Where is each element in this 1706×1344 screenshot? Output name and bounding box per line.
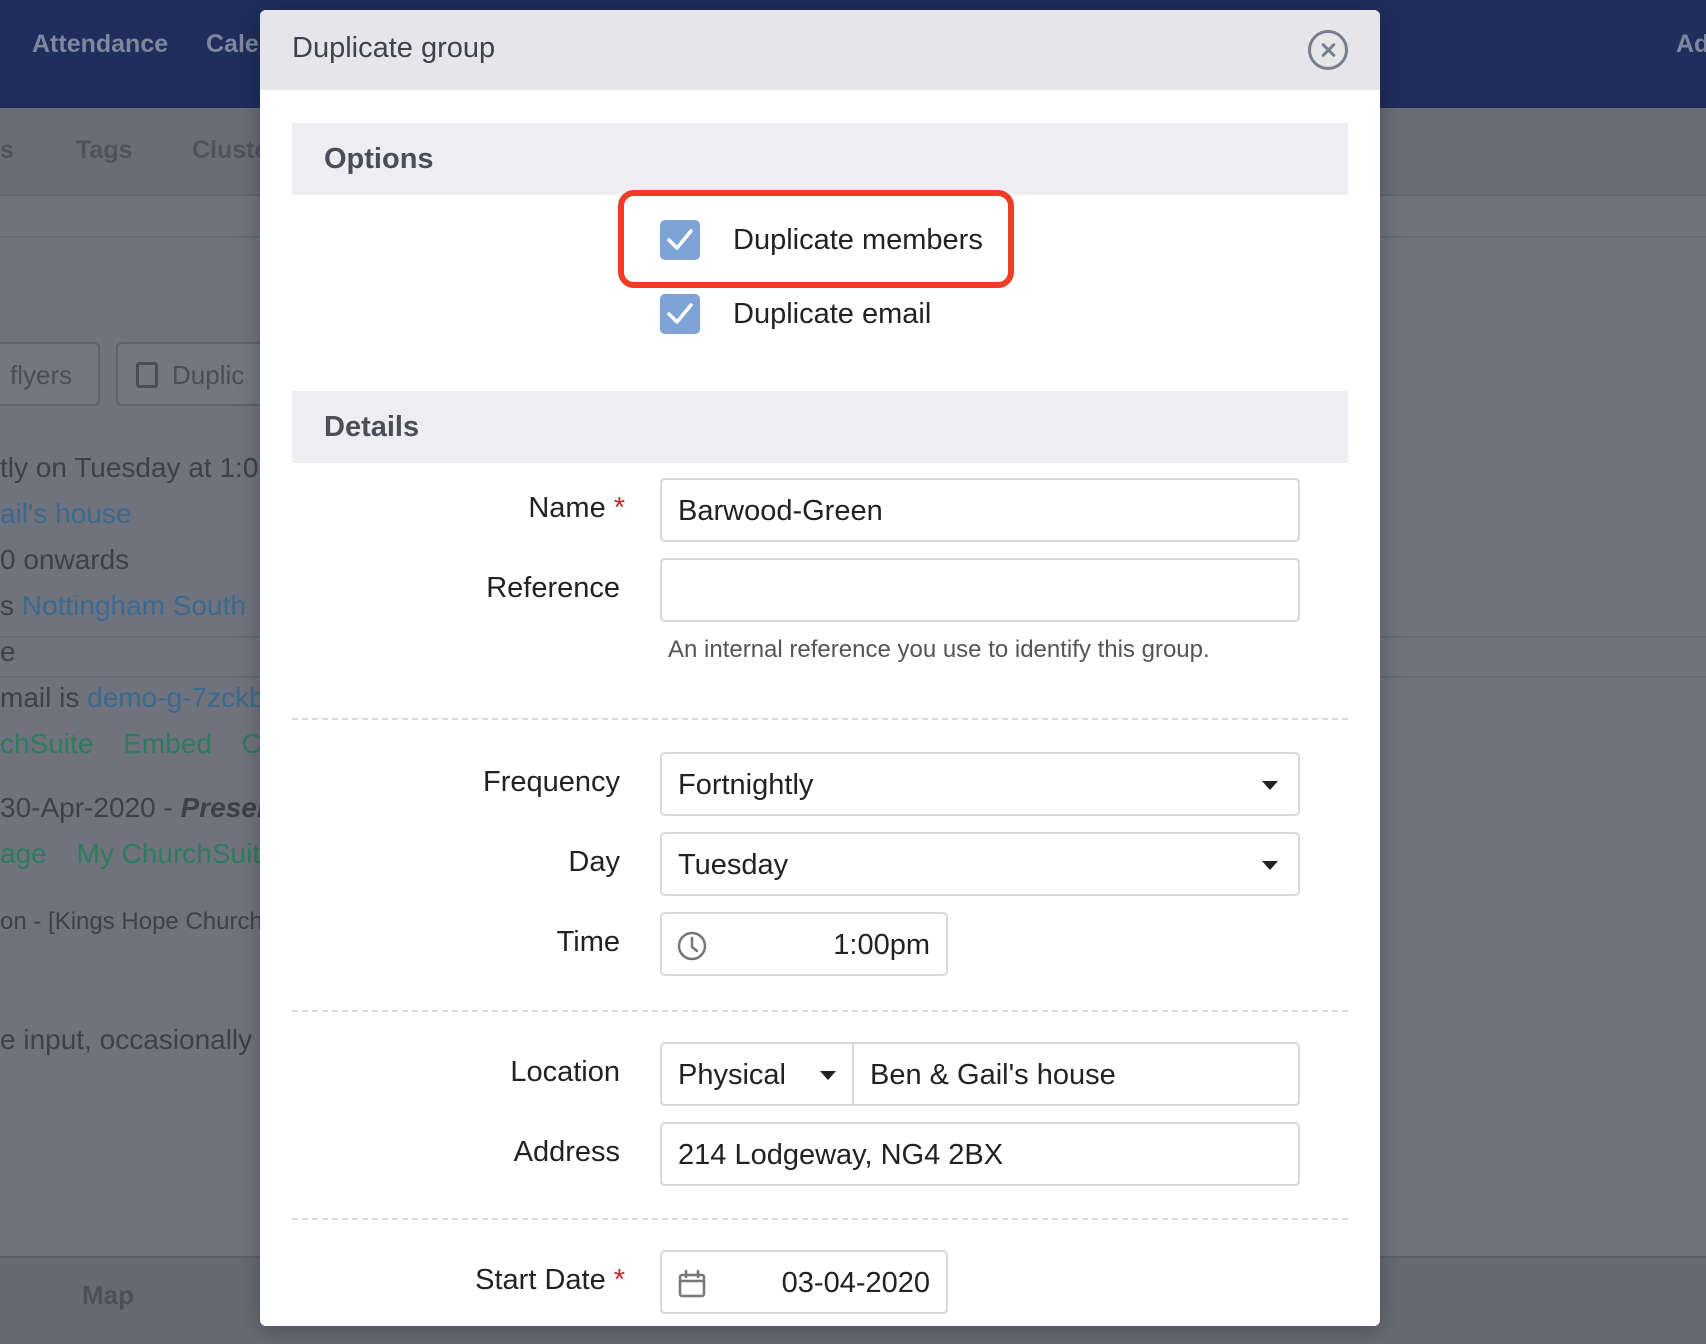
onwards-text: 0 onwards — [0, 544, 130, 575]
close-icon[interactable] — [1308, 30, 1348, 70]
duplicate-label: Duplic — [172, 360, 245, 390]
modal-header: Duplicate group — [260, 10, 1380, 90]
misc-text: e — [0, 636, 16, 667]
flyers-label: flyers — [10, 360, 73, 390]
checkmark-icon — [667, 303, 693, 324]
section-divider — [292, 1010, 1348, 1012]
subnav-clusters[interactable]: Cluste — [192, 136, 268, 165]
email-link[interactable]: demo-g-7zckb — [87, 682, 264, 713]
location-field-label: Location — [510, 1056, 620, 1088]
section-divider — [292, 718, 1348, 720]
description-text: e input, occasionally g — [0, 1024, 276, 1055]
page-links-row: age My ChurchSuite — [0, 838, 276, 870]
site-link[interactable]: Nottingham South — [22, 590, 246, 621]
site-prefix: s — [0, 590, 22, 621]
site-line: s Nottingham South — [0, 590, 246, 622]
start-date-input[interactable]: 03-04-2020 — [660, 1250, 948, 1314]
checkmark-icon — [667, 229, 693, 250]
email-prefix: mail is — [0, 682, 88, 713]
name-input[interactable]: Barwood-Green — [660, 478, 1300, 542]
chevron-down-icon — [1262, 861, 1278, 870]
duplicate-email-label: Duplicate email — [733, 298, 932, 330]
details-section-header: Details — [292, 391, 1348, 463]
required-mark: * — [613, 1264, 625, 1296]
address-input-value: 214 Lodgeway, NG4 2BX — [678, 1139, 1004, 1171]
flyers-button[interactable]: flyers — [0, 342, 100, 406]
frequency-select[interactable]: Fortnightly — [660, 752, 1300, 816]
start-date-label-text: Start Date — [475, 1264, 606, 1296]
chevron-down-icon — [820, 1071, 836, 1080]
time-field-label: Time — [556, 926, 620, 958]
location-type-value: Physical — [678, 1059, 786, 1091]
section-divider — [292, 1218, 1348, 1220]
name-input-value: Barwood-Green — [678, 495, 883, 527]
start-date-value: 03-04-2020 — [781, 1267, 930, 1299]
chevron-down-icon — [1262, 781, 1278, 790]
location-link-text: ail's house — [0, 498, 132, 529]
required-mark: * — [613, 492, 625, 524]
nav-calendar[interactable]: Cale — [206, 30, 259, 59]
location-type-select[interactable]: Physical — [660, 1042, 854, 1106]
schedule-text: tly on Tuesday at 1:0 — [0, 452, 259, 483]
name-field-label: Name * — [325, 492, 625, 525]
time-input[interactable]: 1:00pm — [660, 912, 948, 976]
reference-help-text: An internal reference you use to identif… — [668, 636, 1210, 663]
address-field-label: Address — [513, 1136, 620, 1168]
options-heading: Options — [324, 143, 434, 175]
duplicate-button[interactable]: Duplic — [116, 342, 276, 406]
nav-add[interactable]: Ad — [1676, 30, 1706, 59]
date-range-line: 30-Apr-2020 - Presen — [0, 792, 274, 824]
embed-link[interactable]: Embed — [123, 728, 212, 759]
frequency-field-label: Frequency — [482, 766, 620, 798]
clock-icon — [677, 931, 707, 961]
duplicate-group-modal: Duplicate group Options Duplicate member… — [260, 10, 1380, 1326]
subnav-tags[interactable]: Tags — [76, 136, 133, 165]
day-select[interactable]: Tuesday — [660, 832, 1300, 896]
links-row: chSuite Embed Co — [0, 728, 277, 760]
time-input-value: 1:00pm — [833, 929, 930, 961]
modal-title: Duplicate group — [292, 32, 496, 64]
reference-input[interactable] — [660, 558, 1300, 622]
tab-map[interactable]: Map — [82, 1280, 134, 1311]
email-line: mail is demo-g-7zckb — [0, 682, 265, 714]
name-label-text: Name — [528, 492, 606, 524]
date-range-prefix: 30-Apr-2020 - — [0, 792, 181, 823]
reference-field-label: Reference — [486, 572, 620, 604]
page-link[interactable]: age — [0, 838, 47, 869]
details-heading: Details — [324, 411, 420, 443]
church-text: on - [Kings Hope Church — [0, 908, 263, 935]
start-date-field-label: Start Date * — [325, 1264, 625, 1297]
day-select-value: Tuesday — [678, 849, 789, 881]
location-link[interactable]: ail's house — [0, 498, 131, 530]
location-name-value: Ben & Gail's house — [870, 1059, 1116, 1091]
location-name-input[interactable]: Ben & Gail's house — [852, 1042, 1300, 1106]
duplicate-members-checkbox[interactable] — [660, 220, 700, 260]
frequency-select-value: Fortnightly — [678, 769, 814, 801]
nav-attendance[interactable]: Attendance — [32, 30, 168, 59]
duplicate-email-checkbox[interactable] — [660, 294, 700, 334]
duplicate-members-label: Duplicate members — [733, 224, 983, 256]
subnav-item[interactable]: s — [0, 136, 14, 165]
options-section-header: Options — [292, 123, 1348, 195]
calendar-icon — [678, 1269, 706, 1298]
churchsuite-link[interactable]: chSuite — [0, 728, 93, 759]
day-field-label: Day — [568, 846, 620, 878]
my-churchsuite-link[interactable]: My ChurchSuite — [77, 838, 276, 869]
copy-icon — [136, 362, 158, 388]
address-input[interactable]: 214 Lodgeway, NG4 2BX — [660, 1122, 1300, 1186]
